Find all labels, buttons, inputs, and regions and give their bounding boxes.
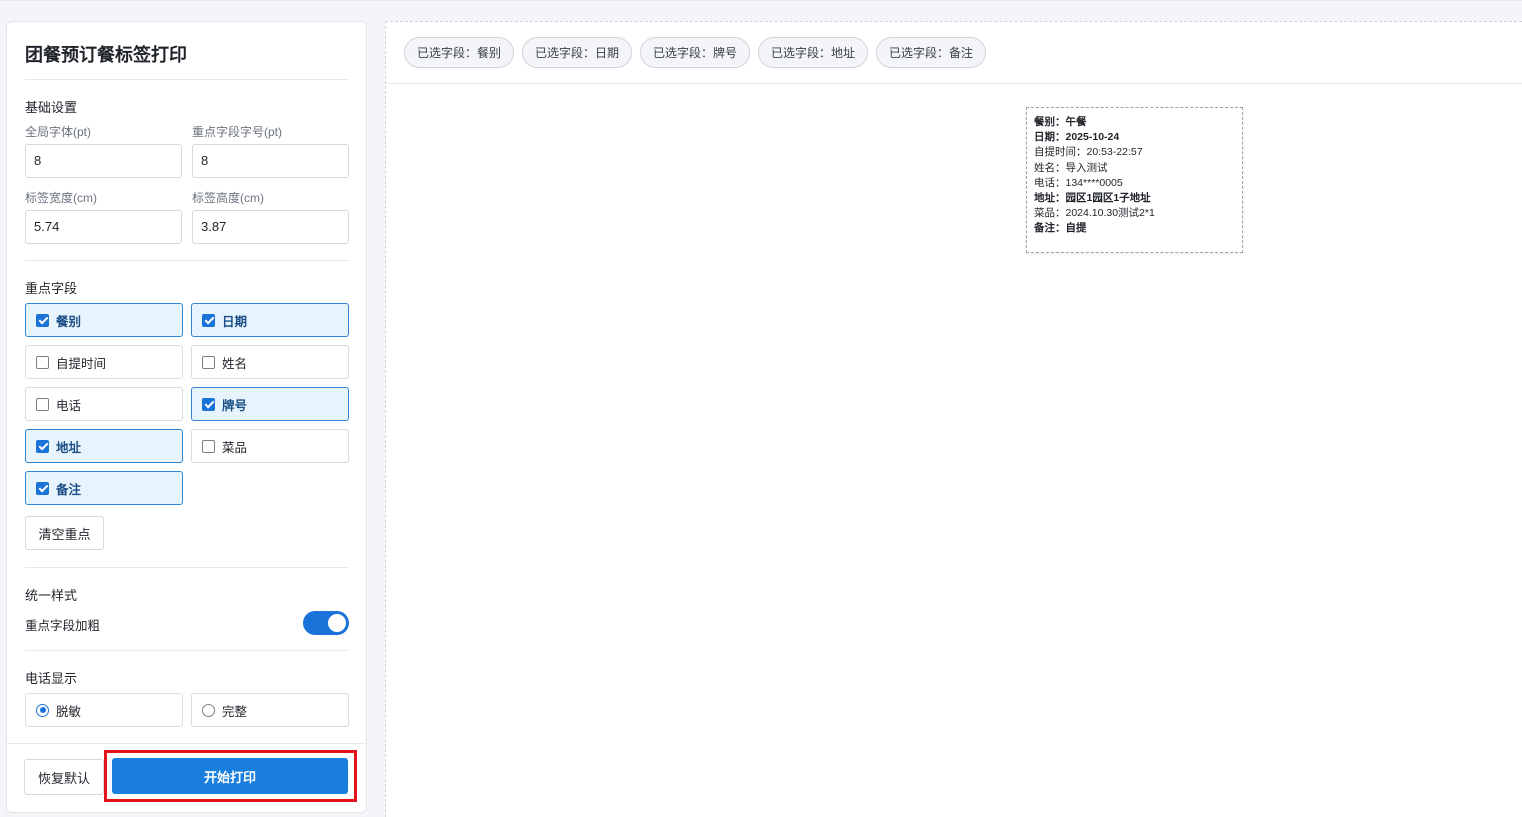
bold-key-fields-toggle[interactable] — [303, 611, 349, 635]
label-date: 日期：2025-10-24 — [1034, 131, 1120, 144]
global-font-label: 全局字体(pt) — [25, 125, 92, 139]
phone-masked-option[interactable]: 脱敏 — [25, 693, 183, 727]
radio-label: 完整 — [222, 704, 248, 719]
section-unified-style: 统一样式 — [25, 588, 78, 603]
key-field-dishes[interactable]: 菜品 — [191, 429, 349, 463]
checkbox-checked-icon[interactable] — [36, 481, 49, 495]
label-meal-type: 餐别：午餐 — [1034, 116, 1087, 128]
label-height-input[interactable]: 3.87 — [192, 210, 349, 244]
label-preview-card: 餐别：午餐 日期：2025-10-24 自提时间：20:53-22:57 姓名：… — [1026, 107, 1243, 253]
label-dishes: 菜品：2024.10.30测试2*1 — [1034, 207, 1155, 220]
label-width-input[interactable]: 5.74 — [25, 210, 182, 244]
selected-field-chip: 已选字段：餐别 — [404, 37, 515, 68]
key-font-size-label: 重点字段字号(pt) — [192, 125, 283, 139]
divider — [25, 79, 349, 80]
checkbox-checked-icon[interactable] — [202, 313, 215, 327]
key-field-pickup-time[interactable]: 自提时间 — [25, 345, 183, 379]
selected-field-chip: 已选字段：日期 — [522, 37, 633, 68]
selected-field-chip: 已选字段：备注 — [876, 37, 987, 68]
checkbox-label: 电话 — [56, 398, 82, 413]
checkbox-label: 牌号 — [222, 398, 248, 413]
key-font-size-input[interactable]: 8 — [192, 144, 349, 178]
label-remark: 备注：自提 — [1034, 222, 1087, 235]
checkbox-checked-icon[interactable] — [202, 397, 215, 411]
checkbox-label: 自提时间 — [56, 356, 107, 371]
settings-panel: 团餐预订餐标签打印 基础设置 全局字体(pt) 重点字段字号(pt) 8 8 标… — [6, 21, 367, 813]
selected-fields-bar: 已选字段：餐别 已选字段：日期 已选字段：牌号 已选字段：地址 已选字段：备注 — [386, 22, 1522, 84]
radio-unselected-icon[interactable] — [202, 703, 215, 717]
bold-key-fields-label: 重点字段加粗 — [25, 619, 101, 633]
footer-divider — [7, 743, 366, 744]
checkbox-unchecked-icon[interactable] — [202, 355, 215, 369]
preview-area: 已选字段：餐别 已选字段：日期 已选字段：牌号 已选字段：地址 已选字段：备注 … — [385, 21, 1522, 817]
divider — [25, 650, 349, 651]
label-address: 地址：园区1园区1子地址 — [1034, 192, 1151, 205]
label-height-label: 标签高度(cm) — [192, 191, 264, 205]
checkbox-label: 地址 — [56, 440, 82, 455]
section-phone-display: 电话显示 — [25, 671, 78, 686]
key-field-remark[interactable]: 备注 — [25, 471, 183, 505]
key-field-name[interactable]: 姓名 — [191, 345, 349, 379]
clear-key-fields-button[interactable]: 清空重点 — [25, 516, 104, 550]
phone-full-option[interactable]: 完整 — [191, 693, 349, 727]
toggle-knob — [328, 614, 346, 632]
key-field-address[interactable]: 地址 — [25, 429, 183, 463]
checkbox-label: 姓名 — [222, 356, 248, 371]
highlight-annotation — [104, 750, 357, 802]
checkbox-unchecked-icon[interactable] — [36, 397, 49, 411]
section-key-fields: 重点字段 — [25, 281, 78, 296]
divider — [25, 260, 349, 261]
global-font-input[interactable]: 8 — [25, 144, 182, 178]
checkbox-label: 菜品 — [222, 440, 248, 455]
radio-selected-icon[interactable] — [36, 703, 49, 717]
label-name: 姓名：导入测试 — [1034, 161, 1108, 174]
checkbox-label: 备注 — [56, 482, 82, 497]
radio-label: 脱敏 — [56, 704, 82, 719]
checkbox-unchecked-icon[interactable] — [36, 355, 49, 369]
label-pickup-time: 自提时间：20:53-22:57 — [1034, 146, 1143, 159]
checkbox-checked-icon[interactable] — [36, 313, 49, 327]
key-field-plate-number[interactable]: 牌号 — [191, 387, 349, 421]
checkbox-checked-icon[interactable] — [36, 439, 49, 453]
divider — [25, 567, 349, 568]
label-phone: 电话：134****0005 — [1034, 176, 1123, 189]
key-field-date[interactable]: 日期 — [191, 303, 349, 337]
selected-field-chip: 已选字段：牌号 — [640, 37, 751, 68]
checkbox-unchecked-icon[interactable] — [202, 439, 215, 453]
selected-field-chip: 已选字段：地址 — [758, 37, 869, 68]
label-width-label: 标签宽度(cm) — [25, 191, 97, 205]
section-basic-settings: 基础设置 — [25, 100, 78, 115]
panel-title: 团餐预订餐标签打印 — [25, 45, 187, 65]
checkbox-label: 餐别 — [56, 314, 82, 329]
key-field-meal-type[interactable]: 餐别 — [25, 303, 183, 337]
reset-default-button[interactable]: 恢复默认 — [24, 759, 104, 795]
top-border — [0, 0, 1522, 1]
key-field-phone[interactable]: 电话 — [25, 387, 183, 421]
checkbox-label: 日期 — [222, 314, 248, 329]
